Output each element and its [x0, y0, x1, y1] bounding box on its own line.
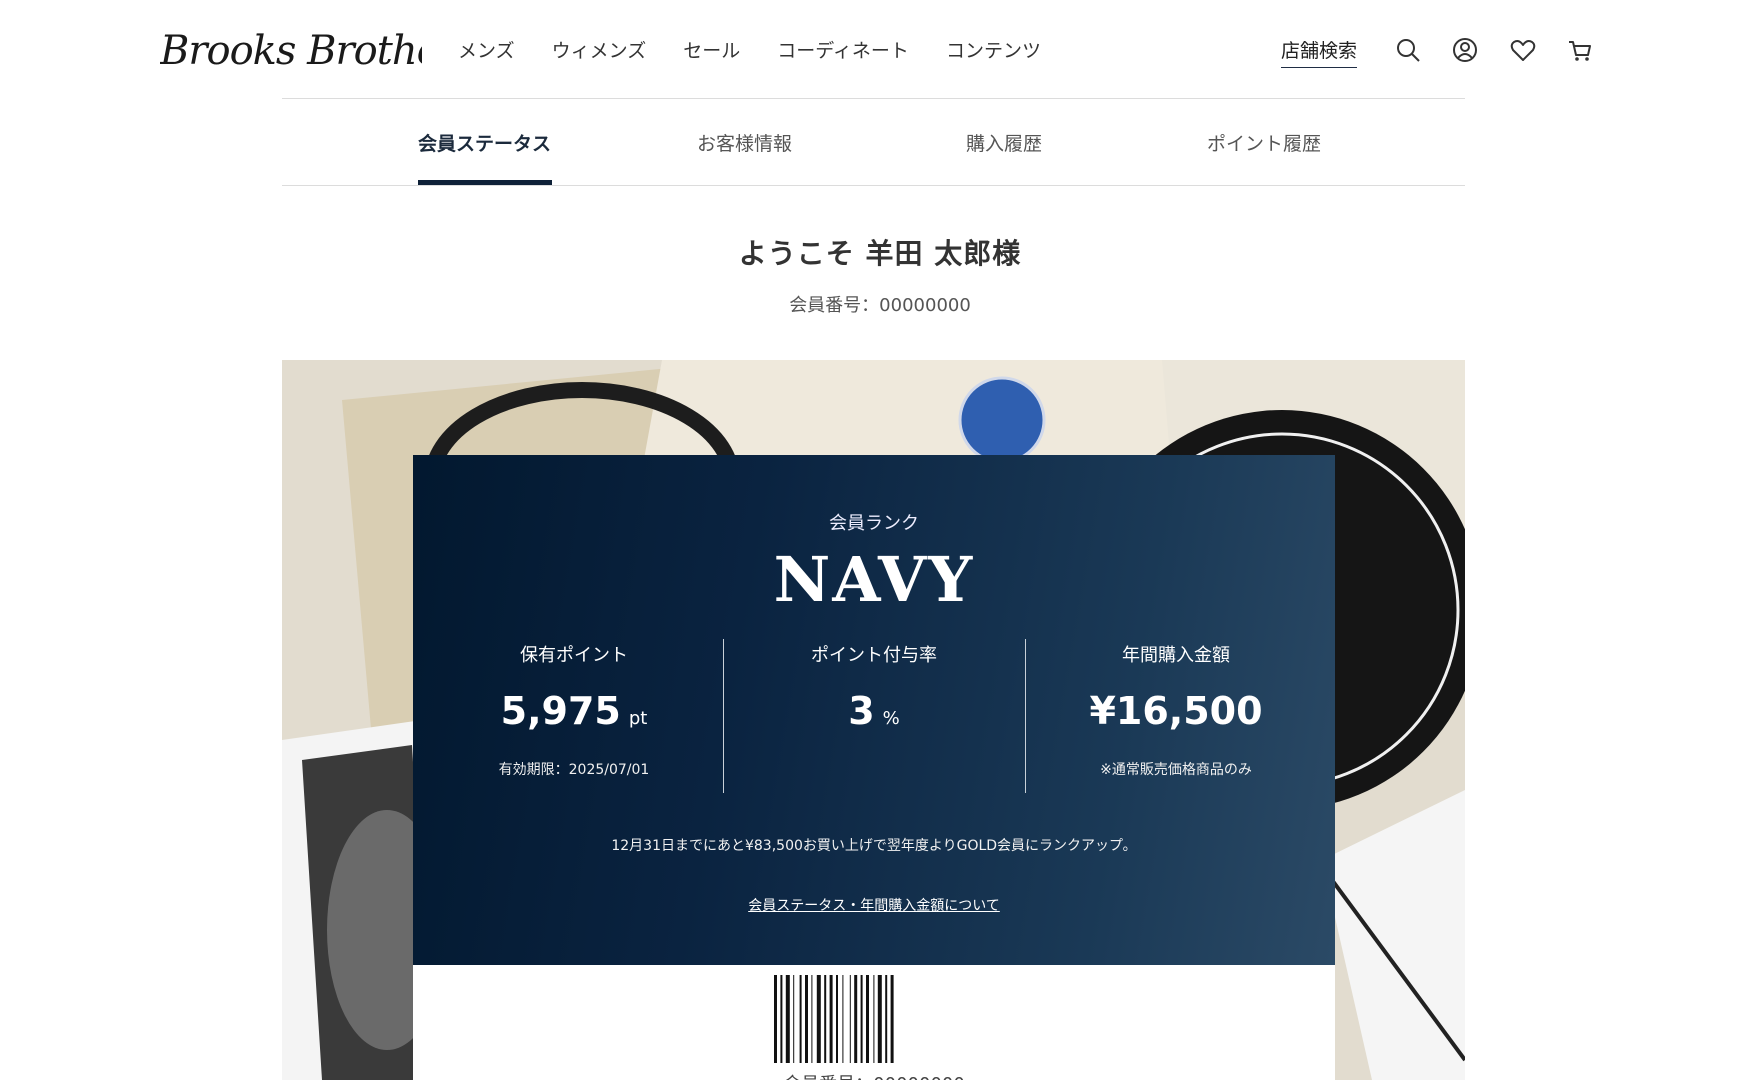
nav-item-womens[interactable]: ウィメンズ [552, 36, 647, 63]
barcode-bar [849, 975, 851, 1063]
barcode-bar [836, 975, 838, 1063]
barcode-bar [829, 975, 833, 1063]
barcode-bar [854, 975, 858, 1063]
tab-point-history[interactable]: ポイント履歴 [1207, 129, 1321, 156]
cart-icon[interactable] [1566, 36, 1594, 64]
brooks-brothers-logo[interactable]: Brooks Brothers [160, 24, 422, 76]
nav-item-coordinate[interactable]: コーディネート [777, 36, 909, 63]
point-rate-label: ポイント付与率 [811, 645, 937, 666]
barcode-bar [860, 975, 863, 1063]
nav-item-sale[interactable]: セール [683, 36, 740, 63]
search-icon[interactable] [1394, 36, 1422, 64]
barcode-bar [774, 975, 777, 1063]
barcode-member-number: 会員番号：00000000 [413, 1070, 1335, 1080]
barcode-bar [885, 975, 888, 1063]
tab-member-status[interactable]: 会員ステータス [418, 129, 551, 156]
point-rate-value: 3% [724, 689, 1024, 733]
store-search-link[interactable]: 店舗検索 [1281, 36, 1358, 68]
barcode-bar [785, 975, 790, 1063]
barcode-bar [805, 975, 808, 1063]
member-rank-card: 会員ランク NAVY 保有ポイント 5,975 pt 有効期限：2025/07/0… [413, 455, 1335, 965]
points-expiry: 有効期限：2025/07/01 [498, 762, 650, 778]
points-stat: 保有ポイント 5,975 pt 有効期限：2025/07/01 [424, 641, 724, 779]
account-tabs: 会員ステータス お客様情報 購入履歴 ポイント履歴 [282, 98, 1465, 186]
point-rate-number: 3 [848, 689, 875, 733]
annual-purchase-stat: 年間購入金額 ¥16,500 ※通常販売価格商品のみ [1026, 641, 1326, 779]
main-nav: メンズ ウィメンズ セール コーディネート コンテンツ [458, 36, 1078, 63]
svg-text:Brooks Brothers: Brooks Brothers [160, 28, 422, 74]
account-icon[interactable] [1451, 36, 1479, 64]
barcode-bar [816, 975, 821, 1063]
nav-item-mens[interactable]: メンズ [458, 36, 515, 63]
points-number: 5,975 [500, 689, 621, 733]
point-rate-unit: % [882, 708, 900, 729]
tab-purchase-history[interactable]: 購入履歴 [966, 129, 1042, 156]
barcode-bar [799, 975, 802, 1063]
points-unit: pt [628, 708, 648, 729]
upgrade-message: 12月31日までにあと¥83,500お買い上げで翌年度よりGOLD会員にランクア… [611, 838, 1137, 854]
member-barcode [774, 975, 894, 1063]
barcode-bar [780, 975, 783, 1063]
annual-purchase-label: 年間購入金額 [1122, 645, 1230, 666]
barcode-bar [890, 975, 894, 1063]
barcode-bar [842, 975, 844, 1063]
points-value: 5,975 pt [424, 689, 724, 733]
tab-customer-info[interactable]: お客様情報 [697, 129, 792, 156]
barcode-bar [793, 975, 795, 1063]
points-label: 保有ポイント [520, 645, 628, 666]
active-tab-indicator [418, 180, 552, 185]
point-rate-stat: ポイント付与率 3% [724, 641, 1024, 733]
site-header: Brooks Brothers メンズ ウィメンズ セール コーディネート コン… [0, 0, 1760, 98]
barcode-bar [824, 975, 827, 1063]
barcode-bar [873, 975, 875, 1063]
annual-purchase-note: ※通常販売価格商品のみ [1100, 762, 1252, 778]
member-status-info-link[interactable]: 会員ステータス・年間購入金額について [413, 895, 1335, 915]
barcode-panel: 会員番号：00000000 [413, 965, 1335, 1080]
rank-name: NAVY [773, 543, 975, 616]
welcome-greeting: ようこそ 羊田 太郎様 [738, 237, 1022, 270]
barcode-bar [811, 975, 813, 1063]
member-number: 会員番号：00000000 [789, 295, 971, 316]
rank-label: 会員ランク [829, 513, 919, 534]
heart-icon[interactable] [1509, 36, 1537, 64]
annual-purchase-value: ¥16,500 [1089, 689, 1263, 733]
nav-item-contents[interactable]: コンテンツ [946, 36, 1041, 63]
barcode-bar [877, 975, 882, 1063]
barcode-bar [866, 975, 869, 1063]
